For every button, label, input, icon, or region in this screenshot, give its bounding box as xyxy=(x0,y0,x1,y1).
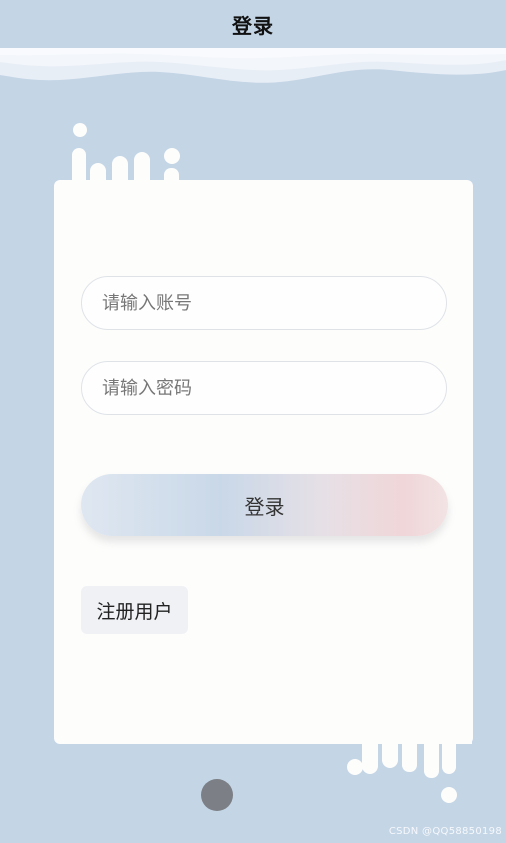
login-card xyxy=(54,180,473,744)
account-input[interactable] xyxy=(100,291,446,315)
password-field[interactable] xyxy=(81,361,447,415)
home-button[interactable] xyxy=(201,779,233,811)
watermark-text: CSDN @QQ58850198 xyxy=(388,826,502,837)
page-title: 登录 xyxy=(232,13,274,38)
wave-decoration xyxy=(0,48,506,96)
login-page: 登录 登录 注册用户 CSDN xyxy=(0,0,506,843)
top-bar: 登录 xyxy=(0,0,506,48)
login-button[interactable]: 登录 xyxy=(81,474,448,536)
password-input[interactable] xyxy=(100,376,446,400)
register-button[interactable]: 注册用户 xyxy=(81,586,188,634)
account-field[interactable] xyxy=(81,276,447,330)
